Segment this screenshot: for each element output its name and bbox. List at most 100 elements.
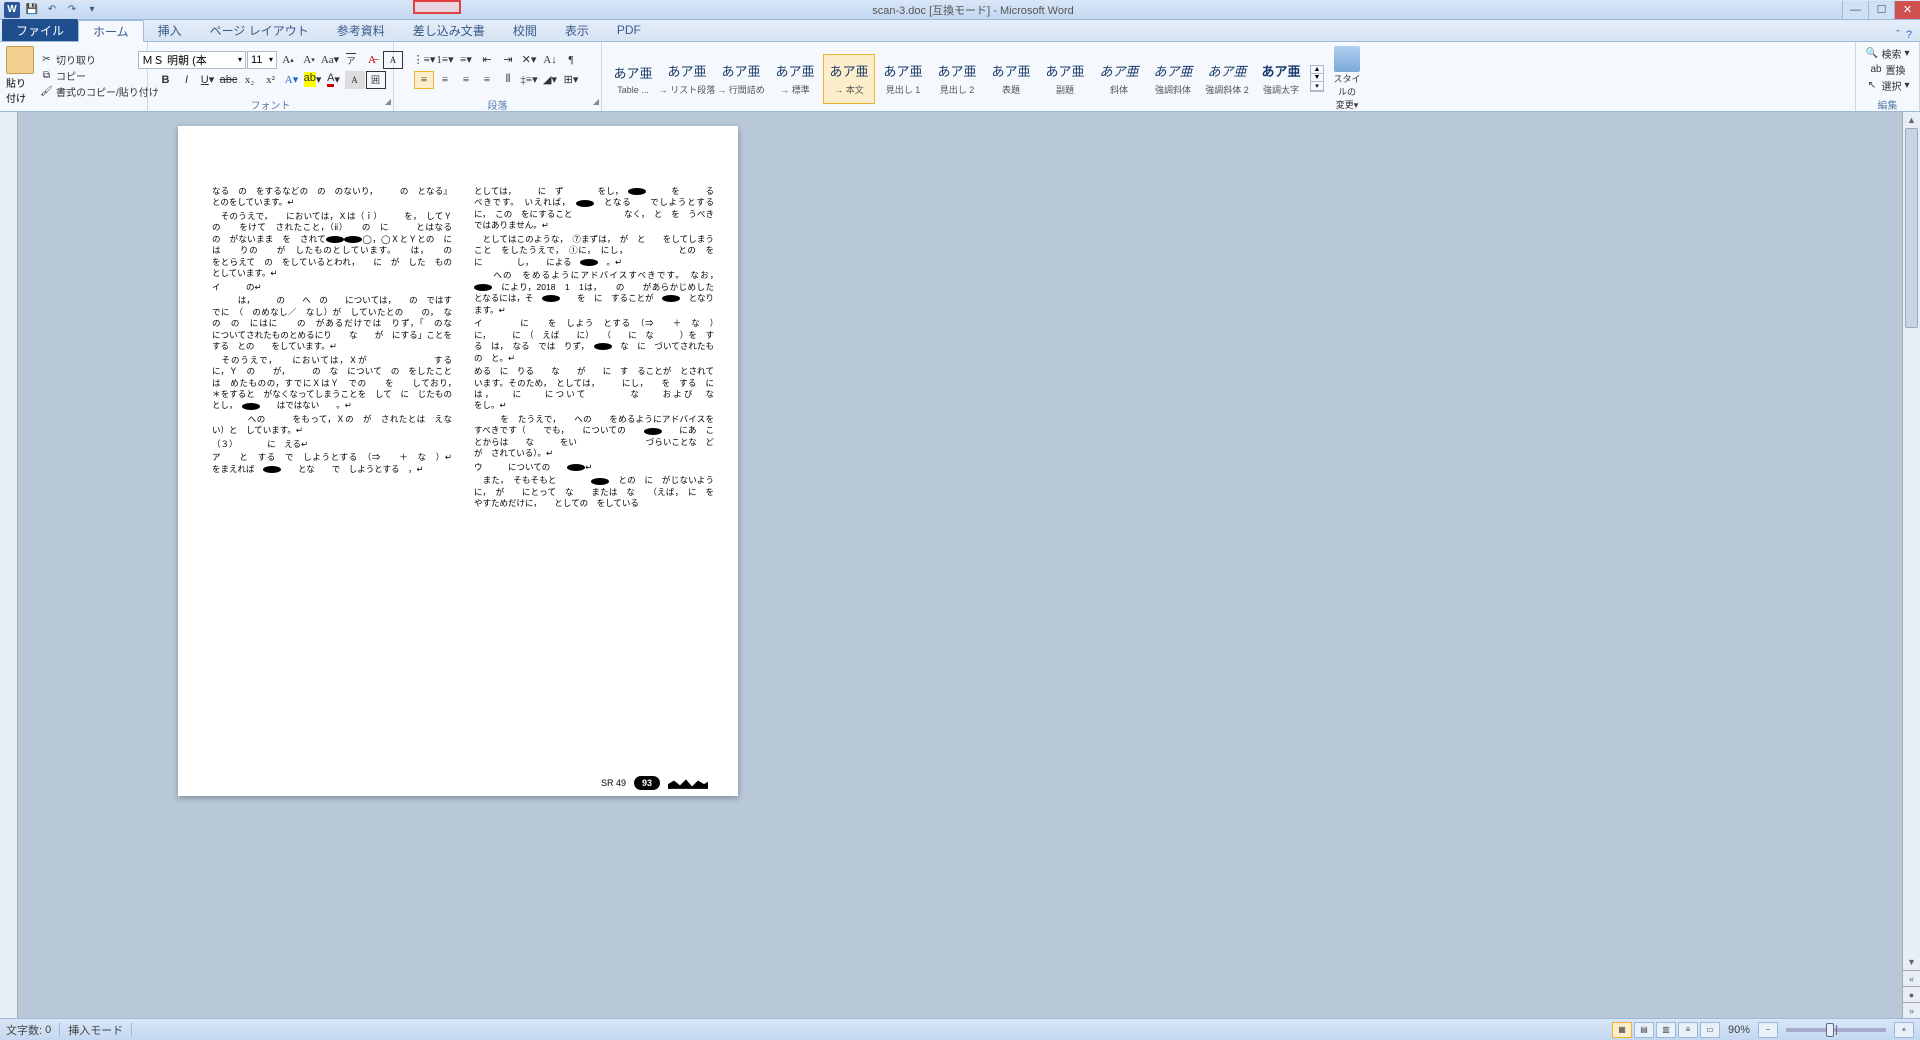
- scroll-track[interactable]: [1903, 128, 1920, 954]
- word-count-value[interactable]: 0: [45, 1024, 51, 1036]
- style-name: Table ...: [617, 85, 649, 95]
- tab-review[interactable]: 校閲: [499, 19, 551, 41]
- tab-insert[interactable]: 挿入: [144, 19, 196, 41]
- style-item[interactable]: あア亜見出し 1: [877, 54, 929, 104]
- line-spacing-button[interactable]: ‡≡▾: [519, 71, 539, 89]
- select-button[interactable]: ↖選択▾: [1865, 78, 1909, 94]
- style-item[interactable]: あア亜斜体: [1093, 54, 1145, 104]
- scroll-up-icon[interactable]: ▲: [1903, 112, 1920, 128]
- find-button[interactable]: 🔍検索▾: [1865, 46, 1909, 62]
- phonetic-guide-button[interactable]: ア: [341, 51, 361, 69]
- tab-view[interactable]: 表示: [551, 19, 603, 41]
- zoom-slider[interactable]: [1786, 1028, 1886, 1032]
- para-launcher-icon[interactable]: ◢: [593, 97, 599, 106]
- font-launcher-icon[interactable]: ◢: [385, 97, 391, 106]
- copy-button[interactable]: ⧉コピー: [40, 68, 159, 84]
- paste-button[interactable]: 貼り付け: [4, 44, 36, 107]
- style-item[interactable]: あア亜強調斜体: [1147, 54, 1199, 104]
- show-marks-button[interactable]: ¶: [561, 51, 581, 69]
- bullets-button[interactable]: ⋮≡▾: [414, 51, 434, 69]
- strike-button[interactable]: abc: [219, 71, 239, 89]
- styles-more-button[interactable]: ▲▼▾: [1310, 65, 1324, 92]
- change-styles-button[interactable]: スタイルの 変更▾: [1328, 44, 1366, 113]
- minimize-ribbon-icon[interactable]: ˆ: [1896, 29, 1900, 41]
- insert-mode[interactable]: 挿入モード: [68, 1022, 123, 1038]
- zoom-out-button[interactable]: −: [1758, 1022, 1778, 1038]
- help-icon[interactable]: ?: [1906, 29, 1912, 41]
- char-border-button[interactable]: 囲: [366, 71, 386, 89]
- print-layout-view-button[interactable]: ▦: [1612, 1022, 1632, 1038]
- vertical-ruler[interactable]: [0, 112, 18, 1018]
- highlight-button[interactable]: ab▾: [303, 71, 323, 89]
- superscript-button[interactable]: x²: [261, 71, 281, 89]
- scroll-thumb[interactable]: [1905, 128, 1918, 328]
- multilevel-button[interactable]: ≡▾: [456, 51, 476, 69]
- style-item[interactable]: あア亜強調斜体 2: [1201, 54, 1253, 104]
- style-item[interactable]: あア亜表題: [985, 54, 1037, 104]
- distribute-button[interactable]: ⫴: [498, 71, 518, 89]
- style-item[interactable]: あア亜→ 標準: [769, 54, 821, 104]
- tab-pdf[interactable]: PDF: [603, 19, 655, 41]
- increase-indent-button[interactable]: ⇥: [498, 51, 518, 69]
- shading-button[interactable]: ◢▾: [540, 71, 560, 89]
- align-center-button[interactable]: ≡: [435, 71, 455, 89]
- asian-layout-button[interactable]: ✕▾: [519, 51, 539, 69]
- style-item[interactable]: あア亜見出し 2: [931, 54, 983, 104]
- tab-references[interactable]: 参考資料: [323, 19, 399, 41]
- tab-home[interactable]: ホーム: [78, 20, 144, 42]
- tab-layout[interactable]: ページ レイアウト: [196, 19, 323, 41]
- close-button[interactable]: ✕: [1894, 1, 1920, 19]
- web-view-button[interactable]: ▥: [1656, 1022, 1676, 1038]
- zoom-level[interactable]: 90%: [1728, 1024, 1750, 1036]
- bold-button[interactable]: B: [156, 71, 176, 89]
- font-name-combo[interactable]: ＭＳ 明朝 (本▾: [138, 51, 246, 69]
- style-item[interactable]: あア亜Table ...: [607, 54, 659, 104]
- decrease-indent-button[interactable]: ⇤: [477, 51, 497, 69]
- sort-button[interactable]: A↓: [540, 51, 560, 69]
- vertical-scrollbar[interactable]: ▲ ▼ « ● »: [1902, 112, 1920, 1018]
- align-left-button[interactable]: ≡: [414, 71, 434, 89]
- draft-view-button[interactable]: ▭: [1700, 1022, 1720, 1038]
- tab-mailings[interactable]: 差し込み文書: [399, 19, 499, 41]
- text-effects-button[interactable]: A▾: [282, 71, 302, 89]
- minimize-button[interactable]: —: [1842, 1, 1868, 19]
- underline-button[interactable]: U▾: [198, 71, 218, 89]
- zoom-slider-thumb[interactable]: [1826, 1023, 1834, 1037]
- redo-icon[interactable]: ↷: [64, 2, 80, 18]
- justify-button[interactable]: ≡: [477, 71, 497, 89]
- replace-button[interactable]: ab置換: [1870, 62, 1906, 78]
- qat-customize-icon[interactable]: ▾: [84, 2, 100, 18]
- scroll-down-icon[interactable]: ▼: [1903, 954, 1920, 970]
- change-case-button[interactable]: Aa▾: [320, 51, 340, 69]
- subscript-button[interactable]: x₂: [240, 71, 260, 89]
- style-item[interactable]: あア亜副題: [1039, 54, 1091, 104]
- char-shading-button[interactable]: A: [345, 71, 365, 89]
- next-page-icon[interactable]: »: [1903, 1002, 1920, 1018]
- zoom-in-button[interactable]: +: [1894, 1022, 1914, 1038]
- numbering-button[interactable]: 1≡▾: [435, 51, 455, 69]
- browse-object-icon[interactable]: ●: [1903, 986, 1920, 1002]
- grow-font-button[interactable]: A▴: [278, 51, 298, 69]
- page-container[interactable]: なる の をするなどの の のないり， の となる』とのをしています。↵ そのう…: [18, 112, 1902, 1018]
- fullscreen-view-button[interactable]: ▤: [1634, 1022, 1654, 1038]
- clear-format-button[interactable]: A̶: [362, 51, 382, 69]
- quick-access-toolbar: W 💾 ↶ ↷ ▾: [0, 2, 104, 18]
- style-item[interactable]: あア亜→ 行間詰め: [715, 54, 767, 104]
- tab-file[interactable]: ファイル: [2, 19, 78, 41]
- font-color-button[interactable]: A▾: [324, 71, 344, 89]
- word-count-label[interactable]: 文字数:: [6, 1022, 42, 1038]
- italic-button[interactable]: I: [177, 71, 197, 89]
- style-item[interactable]: あア亜強調太字: [1255, 54, 1307, 104]
- outline-view-button[interactable]: ≡: [1678, 1022, 1698, 1038]
- save-icon[interactable]: 💾: [24, 2, 40, 18]
- style-item[interactable]: あア亜→ リスト段落: [661, 54, 713, 104]
- shrink-font-button[interactable]: A▾: [299, 51, 319, 69]
- undo-icon[interactable]: ↶: [44, 2, 60, 18]
- style-item[interactable]: あア亜→ 本文: [823, 54, 875, 104]
- align-right-button[interactable]: ≡: [456, 71, 476, 89]
- format-painter-button[interactable]: 🖌書式のコピー/貼り付け: [40, 84, 159, 100]
- font-size-combo[interactable]: 11▾: [247, 51, 277, 69]
- prev-page-icon[interactable]: «: [1903, 970, 1920, 986]
- maximize-button[interactable]: ☐: [1868, 1, 1894, 19]
- borders-button[interactable]: ⊞▾: [561, 71, 581, 89]
